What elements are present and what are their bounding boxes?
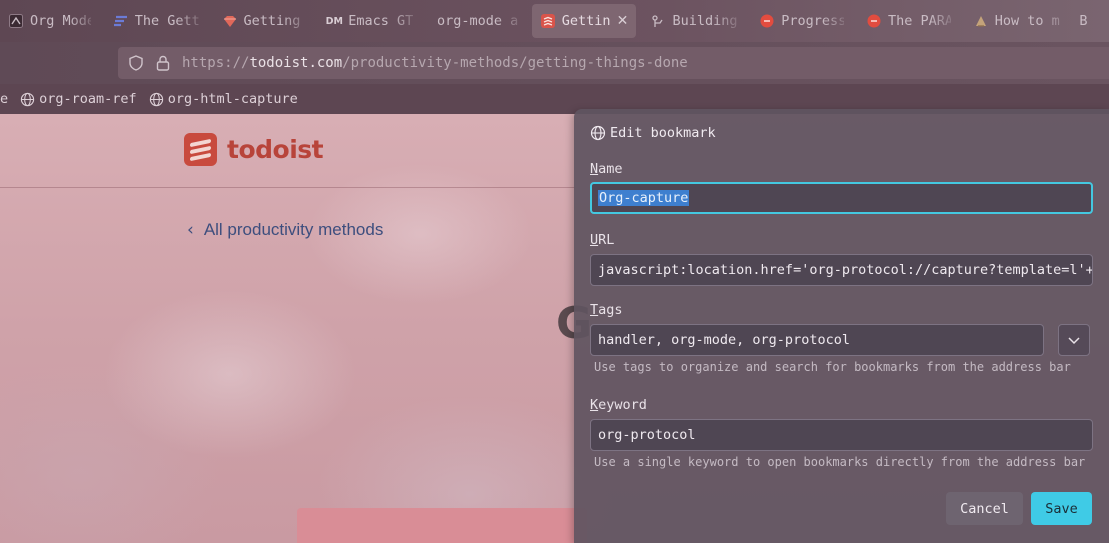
- tab-label: Gettin: [561, 13, 611, 29]
- chevron-down-icon: [1068, 337, 1080, 345]
- address-bar[interactable]: https://todoist.com/productivity-methods…: [118, 47, 1109, 79]
- tab-the-para[interactable]: The PARA: [858, 4, 959, 38]
- globe-icon: [20, 92, 35, 106]
- name-field[interactable]: Org-capture: [590, 182, 1093, 214]
- globe-icon: [590, 125, 606, 141]
- tags-field[interactable]: handler, org-mode, org-protocol: [590, 324, 1044, 356]
- tab-label: How to m: [994, 13, 1060, 29]
- todoist-icon: [540, 13, 556, 29]
- tab-label: The PARA: [887, 13, 951, 29]
- bookmark-label: org-roam-ref: [39, 91, 137, 107]
- bookmark-item-org-roam-ref[interactable]: org-roam-ref: [20, 91, 137, 107]
- lock-icon[interactable]: [156, 55, 170, 71]
- tab-getting[interactable]: Getting: [214, 4, 313, 38]
- book-icon: [973, 13, 989, 29]
- back-link-label: All productivity methods: [203, 220, 384, 239]
- save-button[interactable]: Save: [1031, 492, 1092, 525]
- tab-label: org-mode an: [436, 13, 518, 29]
- tags-hint: Use tags to organize and search for book…: [594, 360, 1071, 374]
- red-circle-icon: [866, 13, 882, 29]
- fortelabs-icon: [113, 13, 129, 29]
- tags-field-value: handler, org-mode, org-protocol: [598, 332, 850, 348]
- tab-label: Getting: [243, 13, 301, 29]
- keyword-field-value: org-protocol: [598, 427, 696, 443]
- tab-label: Progress: [781, 13, 844, 29]
- tab-getting-active[interactable]: Gettin ✕: [531, 4, 637, 38]
- tab-how-to[interactable]: How to m: [965, 4, 1074, 38]
- red-circle-icon: [759, 13, 775, 29]
- name-label: Name: [590, 161, 623, 177]
- url-field-value: javascript:location.href='org-protocol:/…: [598, 262, 1093, 278]
- close-tab-icon[interactable]: ✕: [617, 13, 629, 29]
- url-field[interactable]: javascript:location.href='org-protocol:/…: [590, 254, 1093, 286]
- globe-icon: [149, 92, 163, 106]
- tab-strip: Org Mode The Gett Getting DM Emacs GT or…: [0, 0, 1109, 42]
- todoist-logo-mark: [184, 133, 217, 166]
- tab-progress[interactable]: Progress: [751, 4, 852, 38]
- org-mode-icon: [8, 13, 24, 29]
- keyword-field[interactable]: org-protocol: [590, 419, 1093, 451]
- tags-dropdown-button[interactable]: [1058, 324, 1090, 356]
- tab-building[interactable]: Building: [642, 4, 745, 38]
- tab-emacs-gtd[interactable]: DM Emacs GT: [318, 4, 423, 38]
- url-text: https://todoist.com/productivity-methods…: [182, 55, 688, 71]
- bookmark-label: org-html-capture: [167, 91, 298, 107]
- bookmark-item-org-html-capture[interactable]: org-html-capture: [149, 91, 298, 107]
- edit-bookmark-panel: Edit bookmark Name Org-capture URL javas…: [574, 109, 1109, 543]
- dm-icon: DM: [325, 15, 343, 27]
- page-cta-partial[interactable]: [297, 508, 587, 543]
- tab-org-mode[interactable]: Org Mode: [0, 4, 99, 38]
- header-divider: [0, 187, 575, 188]
- chevron-left-icon: ‹: [187, 220, 194, 240]
- tab-org-mode-and[interactable]: org-mode an: [429, 4, 526, 38]
- tab-label: Emacs GT: [348, 13, 414, 29]
- tab-the-gett[interactable]: The Gett: [105, 4, 208, 38]
- tab-b[interactable]: B: [1079, 4, 1103, 38]
- tab-label: B: [1079, 13, 1088, 29]
- name-field-value: Org-capture: [598, 190, 690, 206]
- ruby-icon: [222, 13, 238, 29]
- tab-label: The Gett: [134, 13, 200, 29]
- building-icon: [650, 13, 666, 29]
- url-domain: todoist.com: [249, 55, 343, 71]
- keyword-hint: Use a single keyword to open bookmarks d…: [594, 455, 1086, 469]
- panel-title: Edit bookmark: [590, 125, 716, 141]
- tab-label: Org Mode: [30, 13, 91, 29]
- tags-label: Tags: [590, 302, 623, 318]
- keyword-label: Keyword: [590, 397, 647, 413]
- shield-icon[interactable]: [128, 55, 144, 71]
- tab-label: Building: [672, 13, 738, 29]
- todoist-logo[interactable]: todoist: [184, 133, 324, 166]
- back-link[interactable]: ‹ All productivity methods: [187, 220, 383, 240]
- url-label: URL: [590, 232, 615, 248]
- todoist-logo-text: todoist: [227, 135, 324, 164]
- navigation-toolbar: https://todoist.com/productivity-methods…: [0, 42, 1109, 84]
- bookmark-item-partial[interactable]: e: [0, 91, 8, 107]
- cancel-button[interactable]: Cancel: [946, 492, 1023, 525]
- panel-title-text: Edit bookmark: [610, 125, 716, 141]
